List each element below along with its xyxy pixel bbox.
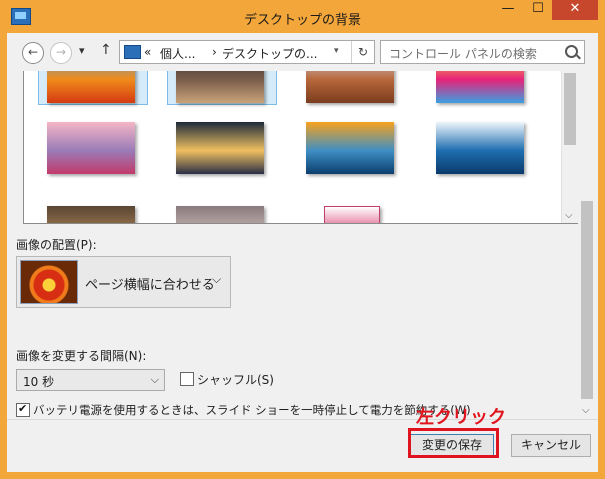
wallpaper-thumbnail-sunset-sea[interactable] [306, 122, 394, 174]
scroll-down-icon[interactable]: ⌵ [582, 405, 590, 416]
shuffle-label[interactable]: シャッフル(S) [197, 371, 274, 388]
wallpaper-gallery: ⌵ [23, 71, 580, 224]
breadcrumb-personalization[interactable]: 個人... [160, 45, 195, 62]
title-bar: デスクトップの背景 — ☐ ✕ [0, 0, 605, 33]
search-placeholder: コントロール パネルの検索 [389, 47, 537, 61]
button-bar: 変更の保存 キャンセル [7, 419, 598, 473]
picture-position-value: ページ横幅に合わせる [85, 278, 215, 293]
wallpaper-thumbnail-menu-screenshot[interactable] [324, 206, 380, 223]
window-frame-left [0, 33, 7, 479]
refresh-button[interactable]: ↻ [351, 41, 374, 63]
gallery-scroll-thumb[interactable] [564, 73, 576, 145]
minimize-button[interactable]: — [494, 0, 522, 20]
wallpaper-thumbnail-surfer-wave[interactable] [436, 122, 524, 174]
wallpaper-thumbnail-rainbow-swirl[interactable] [436, 71, 524, 103]
breadcrumb-desktop-background[interactable]: デスクトップの... [222, 45, 317, 62]
forward-button[interactable]: → [50, 42, 72, 64]
window-frame-bottom [0, 472, 605, 479]
battery-pause-label[interactable]: バッテリ電源を使用するときは、スライド ショーを一時停止して電力を節約する(W) [33, 402, 471, 418]
chevron-down-icon: ⌵ [212, 272, 222, 286]
address-prefix[interactable]: « [144, 45, 151, 59]
wallpaper-thumbnail-orange-flowers[interactable] [47, 71, 135, 103]
wallpaper-thumbnail-blurry-dusk[interactable] [176, 206, 264, 223]
control-panel-icon [124, 45, 141, 59]
picture-position-label: 画像の配置(P): [16, 238, 97, 252]
wallpaper-thumbnail-tulip-field[interactable] [47, 122, 135, 174]
recent-locations-button[interactable]: ▾ [79, 44, 85, 57]
dialog-content: ⌵ 画像の配置(P): ページ横幅に合わせる ⌵ 画像を変更する間隔(N): 1… [7, 71, 598, 419]
shuffle-checkbox[interactable] [180, 372, 194, 386]
change-interval-dropdown[interactable]: 10 秒 ⌵ [16, 369, 165, 391]
search-icon[interactable] [565, 45, 578, 58]
dialog-scroll-thumb[interactable] [581, 201, 593, 399]
battery-pause-checkbox[interactable] [16, 402, 30, 417]
navigation-bar: ← → ▾ ↑ « 個人... › デスクトップの... ▾ ↻ コントロール … [7, 33, 598, 71]
wallpaper-thumbnail-dark-bokeh[interactable] [176, 71, 264, 103]
highlight-box [408, 428, 499, 458]
breadcrumb-separator[interactable]: › [212, 45, 217, 59]
back-button[interactable]: ← [22, 42, 44, 64]
wallpaper-thumbnail-cat-face[interactable] [47, 206, 135, 223]
chevron-down-icon: ⌵ [150, 373, 159, 386]
left-click-annotation: 左クリック [416, 407, 506, 428]
wallpaper-thumbnail-city-lights-bokeh[interactable] [176, 122, 264, 174]
window-frame-right [598, 33, 605, 479]
close-button[interactable]: ✕ [552, 0, 598, 20]
wallpaper-thumbnail-monument-valley[interactable] [306, 71, 394, 103]
address-bar[interactable]: « 個人... › デスクトップの... ▾ ↻ [119, 40, 375, 64]
address-dropdown-icon[interactable]: ▾ [334, 46, 339, 56]
search-box[interactable]: コントロール パネルの検索 [380, 40, 585, 64]
maximize-button[interactable]: ☐ [524, 0, 552, 20]
scroll-down-icon[interactable]: ⌵ [565, 210, 573, 221]
gallery-scrollbar[interactable]: ⌵ [561, 71, 579, 223]
change-interval-value: 10 秒 [23, 375, 55, 389]
flower-preview-icon [20, 260, 78, 304]
dialog-scrollbar[interactable]: ⌵ [578, 71, 595, 419]
change-interval-label: 画像を変更する間隔(N): [16, 349, 147, 363]
picture-position-dropdown[interactable]: ページ横幅に合わせる ⌵ [16, 256, 231, 308]
up-button[interactable]: ↑ [100, 42, 112, 58]
cancel-button[interactable]: キャンセル [511, 434, 591, 457]
desktop-background-dialog: デスクトップの背景 — ☐ ✕ ← → ▾ ↑ « 個人... › デスクトップ… [0, 0, 605, 479]
